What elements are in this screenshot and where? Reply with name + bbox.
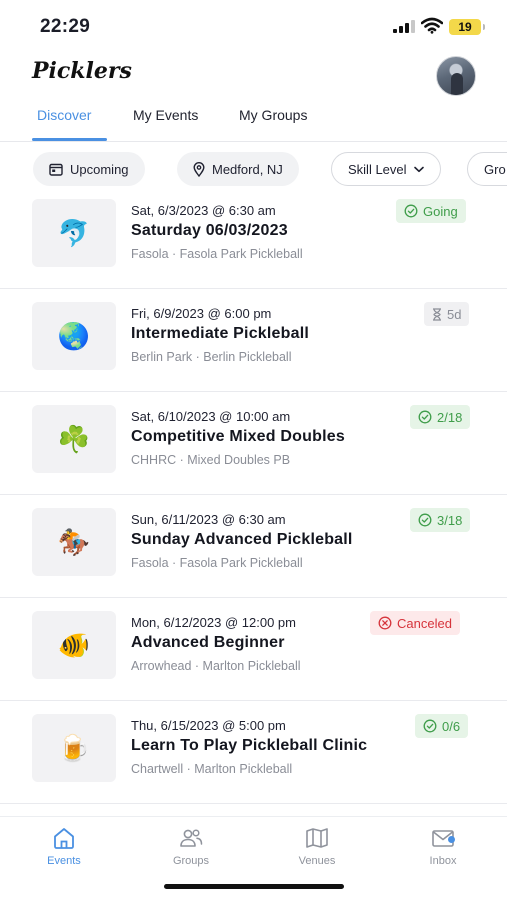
location-filter-chip[interactable]: Medford, NJ — [177, 152, 299, 186]
nav-events-label: Events — [47, 855, 81, 867]
status-badge: 2/18 — [410, 405, 471, 429]
status-badge: Going — [396, 199, 466, 223]
home-icon — [54, 828, 74, 849]
event-title: Competitive Mixed Doubles — [131, 428, 345, 445]
calendar-icon — [49, 163, 63, 176]
location-pin-icon — [193, 161, 205, 177]
event-title: Advanced Beginner — [131, 634, 285, 651]
nav-groups[interactable]: Groups — [146, 827, 236, 867]
event-title: Saturday 06/03/2023 — [131, 222, 288, 239]
event-title: Sunday Advanced Pickleball — [131, 531, 353, 548]
app-title: Picklers — [32, 58, 132, 84]
upcoming-filter-chip[interactable]: Upcoming — [33, 152, 145, 186]
event-row[interactable]: 🐠 Mon, 6/12/2023 @ 12:00 pm Advanced Beg… — [0, 598, 507, 701]
skill-level-dropdown[interactable]: Skill Level — [331, 152, 441, 186]
groups-icon — [180, 829, 203, 847]
wifi-icon — [421, 17, 443, 34]
status-badge: 3/18 — [410, 508, 471, 532]
battery-icon: 19 — [449, 19, 485, 35]
status-badge-text: 2/18 — [437, 409, 463, 425]
x-circle-icon — [378, 616, 392, 630]
status-badge: 5d — [424, 302, 470, 326]
chevron-down-icon — [413, 166, 424, 172]
tab-my-groups[interactable]: My Groups — [239, 107, 307, 123]
event-location: Fasola · Fasola Park Pickleball — [131, 247, 303, 261]
signal-icon — [393, 20, 415, 33]
nav-inbox-label: Inbox — [429, 855, 457, 867]
status-badge: Canceled — [370, 611, 460, 635]
skill-level-label: Skill Level — [348, 161, 407, 177]
event-thumbnail: 🏇 — [32, 508, 116, 576]
event-row[interactable]: 🏇 Sun, 6/11/2023 @ 6:30 am Sunday Advanc… — [0, 495, 507, 598]
event-date: Sat, 6/3/2023 @ 6:30 am — [131, 203, 276, 218]
event-thumbnail: 🌏 — [32, 302, 116, 370]
check-circle-icon — [418, 513, 432, 527]
status-badge-text: 0/6 — [442, 718, 461, 734]
event-location: Fasola · Fasola Park Pickleball — [131, 556, 303, 570]
top-tabs: Discover My Events My Groups — [0, 96, 507, 142]
tab-discover[interactable]: Discover — [37, 107, 91, 123]
event-thumbnail: 🐠 — [32, 611, 116, 679]
event-row[interactable]: 🐬 Sat, 6/3/2023 @ 6:30 am Saturday 06/03… — [0, 186, 507, 289]
tab-my-events[interactable]: My Events — [133, 107, 198, 123]
status-badge-text: 5d — [447, 306, 462, 322]
nav-venues-label: Venues — [298, 855, 336, 867]
active-tab-indicator — [32, 138, 107, 141]
status-badge-text: 3/18 — [437, 512, 463, 528]
hourglass-icon — [433, 307, 441, 321]
event-thumbnail: 🐬 — [32, 199, 116, 267]
status-badge-text: Going — [423, 203, 458, 219]
user-avatar[interactable] — [436, 56, 476, 96]
event-location: Berlin Park · Berlin Pickleball — [131, 350, 292, 364]
event-date: Sat, 6/10/2023 @ 10:00 am — [131, 409, 291, 424]
location-filter-label: Medford, NJ — [212, 161, 283, 177]
event-date: Fri, 6/9/2023 @ 6:00 pm — [131, 306, 272, 321]
status-badge-text: Canceled — [397, 615, 452, 631]
event-date: Sun, 6/11/2023 @ 6:30 am — [131, 512, 286, 527]
filter-bar: Upcoming Medford, NJ Skill Level Gro — [0, 152, 507, 188]
event-row[interactable]: 🍺 Thu, 6/15/2023 @ 5:00 pm Learn To Play… — [0, 701, 507, 804]
check-circle-icon — [423, 719, 437, 733]
nav-inbox[interactable]: Inbox — [398, 827, 488, 867]
status-time: 22:29 — [40, 16, 91, 37]
event-date: Thu, 6/15/2023 @ 5:00 pm — [131, 718, 286, 733]
nav-events[interactable]: Events — [19, 827, 109, 867]
event-title: Learn To Play Pickleball Clinic — [131, 737, 368, 754]
event-location: CHHRC · Mixed Doubles PB — [131, 453, 291, 467]
check-circle-icon — [418, 410, 432, 424]
event-thumbnail: 🍺 — [32, 714, 116, 782]
event-row[interactable]: ☘️ Sat, 6/10/2023 @ 10:00 am Competitive… — [0, 392, 507, 495]
status-bar: 22:29 19 — [0, 0, 507, 52]
event-location: Chartwell · Marlton Pickleball — [131, 762, 293, 776]
event-location: Arrowhead · Marlton Pickleball — [131, 659, 301, 673]
event-date: Mon, 6/12/2023 @ 12:00 pm — [131, 615, 296, 630]
event-title: Intermediate Pickleball — [131, 325, 310, 342]
map-icon — [306, 828, 328, 848]
groups-filter-chip[interactable]: Gro — [467, 152, 507, 186]
nav-groups-label: Groups — [172, 855, 210, 867]
home-indicator — [164, 884, 344, 889]
nav-venues[interactable]: Venues — [272, 827, 362, 867]
check-circle-icon — [404, 204, 418, 218]
event-thumbnail: ☘️ — [32, 405, 116, 473]
status-badge: 0/6 — [415, 714, 469, 738]
groups-filter-label: Gro — [484, 161, 506, 177]
unread-dot — [448, 836, 455, 843]
upcoming-filter-label: Upcoming — [70, 161, 129, 177]
event-row[interactable]: 🌏 Fri, 6/9/2023 @ 6:00 pm Intermediate P… — [0, 289, 507, 392]
